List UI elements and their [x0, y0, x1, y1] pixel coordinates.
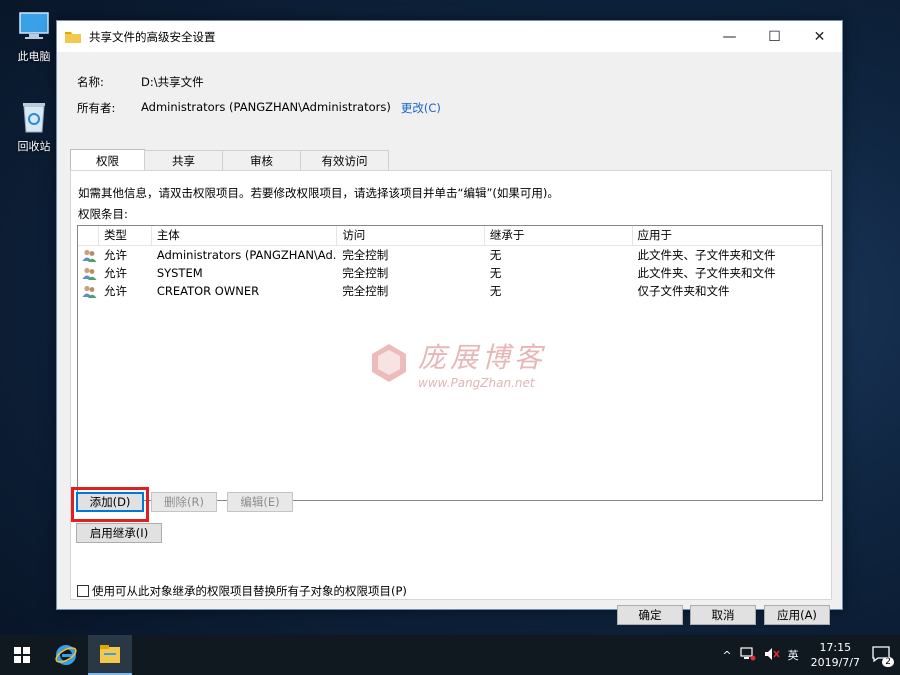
- clock[interactable]: 17:15 2019/7/7: [811, 640, 860, 670]
- clock-time: 17:15: [819, 641, 852, 654]
- cell-principal: CREATOR OWNER: [156, 284, 260, 298]
- start-button[interactable]: [0, 635, 44, 675]
- list-header: 类型 主体 访问 继承于 应用于: [78, 226, 822, 246]
- table-row[interactable]: 允许 CREATOR OWNER 完全控制 无 仅子文件夹和文件: [78, 282, 822, 300]
- desktop-icon-this-pc[interactable]: 此电脑: [4, 8, 64, 64]
- name-label: 名称:: [77, 75, 104, 89]
- tab-effective-access[interactable]: 有效访问: [300, 150, 389, 171]
- internet-explorer-icon: [55, 645, 77, 665]
- cell-applies-to: 此文件夹、子文件夹和文件: [637, 266, 776, 280]
- file-explorer-icon: [100, 645, 120, 663]
- users-icon: [82, 249, 97, 262]
- cell-inherited-from: 无: [489, 248, 502, 262]
- taskbar: ^ 英 17:15 2019/7/7 2: [0, 635, 900, 675]
- column-header-access[interactable]: 访问: [337, 226, 485, 245]
- close-button[interactable]: ✕: [797, 21, 842, 52]
- network-icon[interactable]: [739, 646, 756, 664]
- change-owner-link[interactable]: 更改(C): [401, 100, 441, 116]
- cell-type: 允许: [103, 284, 127, 298]
- watermark-logo-icon: [372, 344, 406, 382]
- minimize-button[interactable]: —: [707, 21, 752, 52]
- cell-inherited-from: 无: [489, 266, 502, 280]
- notification-count: 2: [882, 656, 894, 667]
- enable-inheritance-button[interactable]: 启用继承(I): [76, 523, 162, 543]
- tab-auditing[interactable]: 审核: [222, 150, 301, 171]
- window-content: 名称: D:\共享文件 所有者: Administrators (PANGZHA…: [57, 52, 842, 625]
- owner-label: 所有者:: [77, 101, 116, 115]
- replace-child-permissions-row[interactable]: 使用可从此对象继承的权限项目替换所有子对象的权限项目(P): [77, 583, 407, 599]
- name-value: D:\共享文件: [141, 75, 204, 89]
- permissions-description: 如需其他信息，请双击权限项目。若要修改权限项目，请选择该项目并单击“编辑”(如果…: [78, 186, 559, 200]
- cell-principal: Administrators (PANGZHAN\Ad...: [156, 248, 338, 262]
- cell-access: 完全控制: [342, 248, 389, 262]
- column-header-type[interactable]: 类型: [99, 226, 152, 245]
- cell-type: 允许: [103, 248, 127, 262]
- taskbar-file-explorer[interactable]: [88, 635, 132, 675]
- tab-strip: 权限 共享 审核 有效访问: [70, 149, 389, 171]
- windows-logo-icon: [14, 647, 30, 663]
- window-title: 共享文件的高级安全设置: [89, 29, 216, 44]
- folder-icon: [65, 32, 81, 43]
- computer-icon: [16, 8, 52, 44]
- cell-applies-to: 此文件夹、子文件夹和文件: [637, 248, 776, 262]
- users-icon: [82, 285, 97, 298]
- column-header-principal[interactable]: 主体: [152, 226, 338, 245]
- ok-button[interactable]: 确定: [617, 605, 683, 625]
- ime-indicator[interactable]: 英: [788, 647, 799, 663]
- column-header-inherited-from[interactable]: 继承于: [485, 226, 633, 245]
- replace-child-permissions-label: 使用可从此对象继承的权限项目替换所有子对象的权限项目(P): [92, 584, 407, 598]
- owner-row: 所有者: Administrators (PANGZHAN\Administra…: [77, 100, 441, 116]
- show-hidden-icons-button[interactable]: ^: [722, 649, 731, 662]
- edit-button[interactable]: 编辑(E): [227, 492, 293, 512]
- clock-date: 2019/7/7: [810, 656, 860, 669]
- advanced-security-settings-window: 共享文件的高级安全设置 — ☐ ✕ 名称: D:\共享文件 所有者: Admin…: [56, 20, 843, 625]
- table-row[interactable]: 允许 Administrators (PANGZHAN\Ad... 完全控制 无…: [78, 246, 822, 264]
- taskbar-internet-explorer[interactable]: [44, 635, 88, 675]
- replace-child-permissions-checkbox[interactable]: [77, 585, 89, 597]
- desktop-icon-label: 回收站: [17, 140, 51, 153]
- users-icon: [82, 267, 97, 280]
- desktop-icon-recycle-bin[interactable]: 回收站: [4, 98, 64, 154]
- title-bar[interactable]: 共享文件的高级安全设置 — ☐ ✕: [57, 21, 842, 52]
- name-row: 名称: D:\共享文件: [77, 74, 204, 90]
- cell-type: 允许: [103, 266, 127, 280]
- cell-principal: SYSTEM: [156, 266, 203, 280]
- apply-button[interactable]: 应用(A): [764, 605, 830, 625]
- watermark: 庞展博客 www.PangZhan.net: [368, 336, 546, 390]
- permissions-panel: 如需其他信息，请双击权限项目。若要修改权限项目，请选择该项目并单击“编辑”(如果…: [70, 170, 832, 600]
- remove-button[interactable]: 删除(R): [151, 492, 217, 512]
- system-tray: ^ 英 17:15 2019/7/7 2: [718, 635, 900, 675]
- highlight-box: [71, 487, 149, 522]
- maximize-button[interactable]: ☐: [752, 21, 797, 52]
- watermark-url: www.PangZhan.net: [418, 376, 535, 390]
- column-header-applies-to[interactable]: 应用于: [633, 226, 822, 245]
- cell-inherited-from: 无: [489, 284, 502, 298]
- cancel-button[interactable]: 取消: [690, 605, 756, 625]
- tab-sharing[interactable]: 共享: [144, 150, 223, 171]
- watermark-title: 庞展博客: [418, 341, 547, 374]
- column-header-icon: [78, 226, 99, 245]
- tab-permissions[interactable]: 权限: [70, 149, 145, 171]
- permission-entries-list[interactable]: 类型 主体 访问 继承于 应用于 允许 Administrators (PANG…: [77, 225, 823, 501]
- owner-value: Administrators (PANGZHAN\Administrators): [141, 100, 391, 114]
- volume-icon[interactable]: [764, 647, 780, 664]
- cell-applies-to: 仅子文件夹和文件: [637, 284, 730, 298]
- action-center-button[interactable]: 2: [872, 645, 894, 667]
- table-row[interactable]: 允许 SYSTEM 完全控制 无 此文件夹、子文件夹和文件: [78, 264, 822, 282]
- recycle-bin-icon: [16, 98, 52, 134]
- cell-access: 完全控制: [342, 284, 389, 298]
- cell-access: 完全控制: [342, 266, 389, 280]
- permission-entries-label: 权限条目:: [78, 207, 128, 221]
- desktop-icon-label: 此电脑: [17, 50, 51, 63]
